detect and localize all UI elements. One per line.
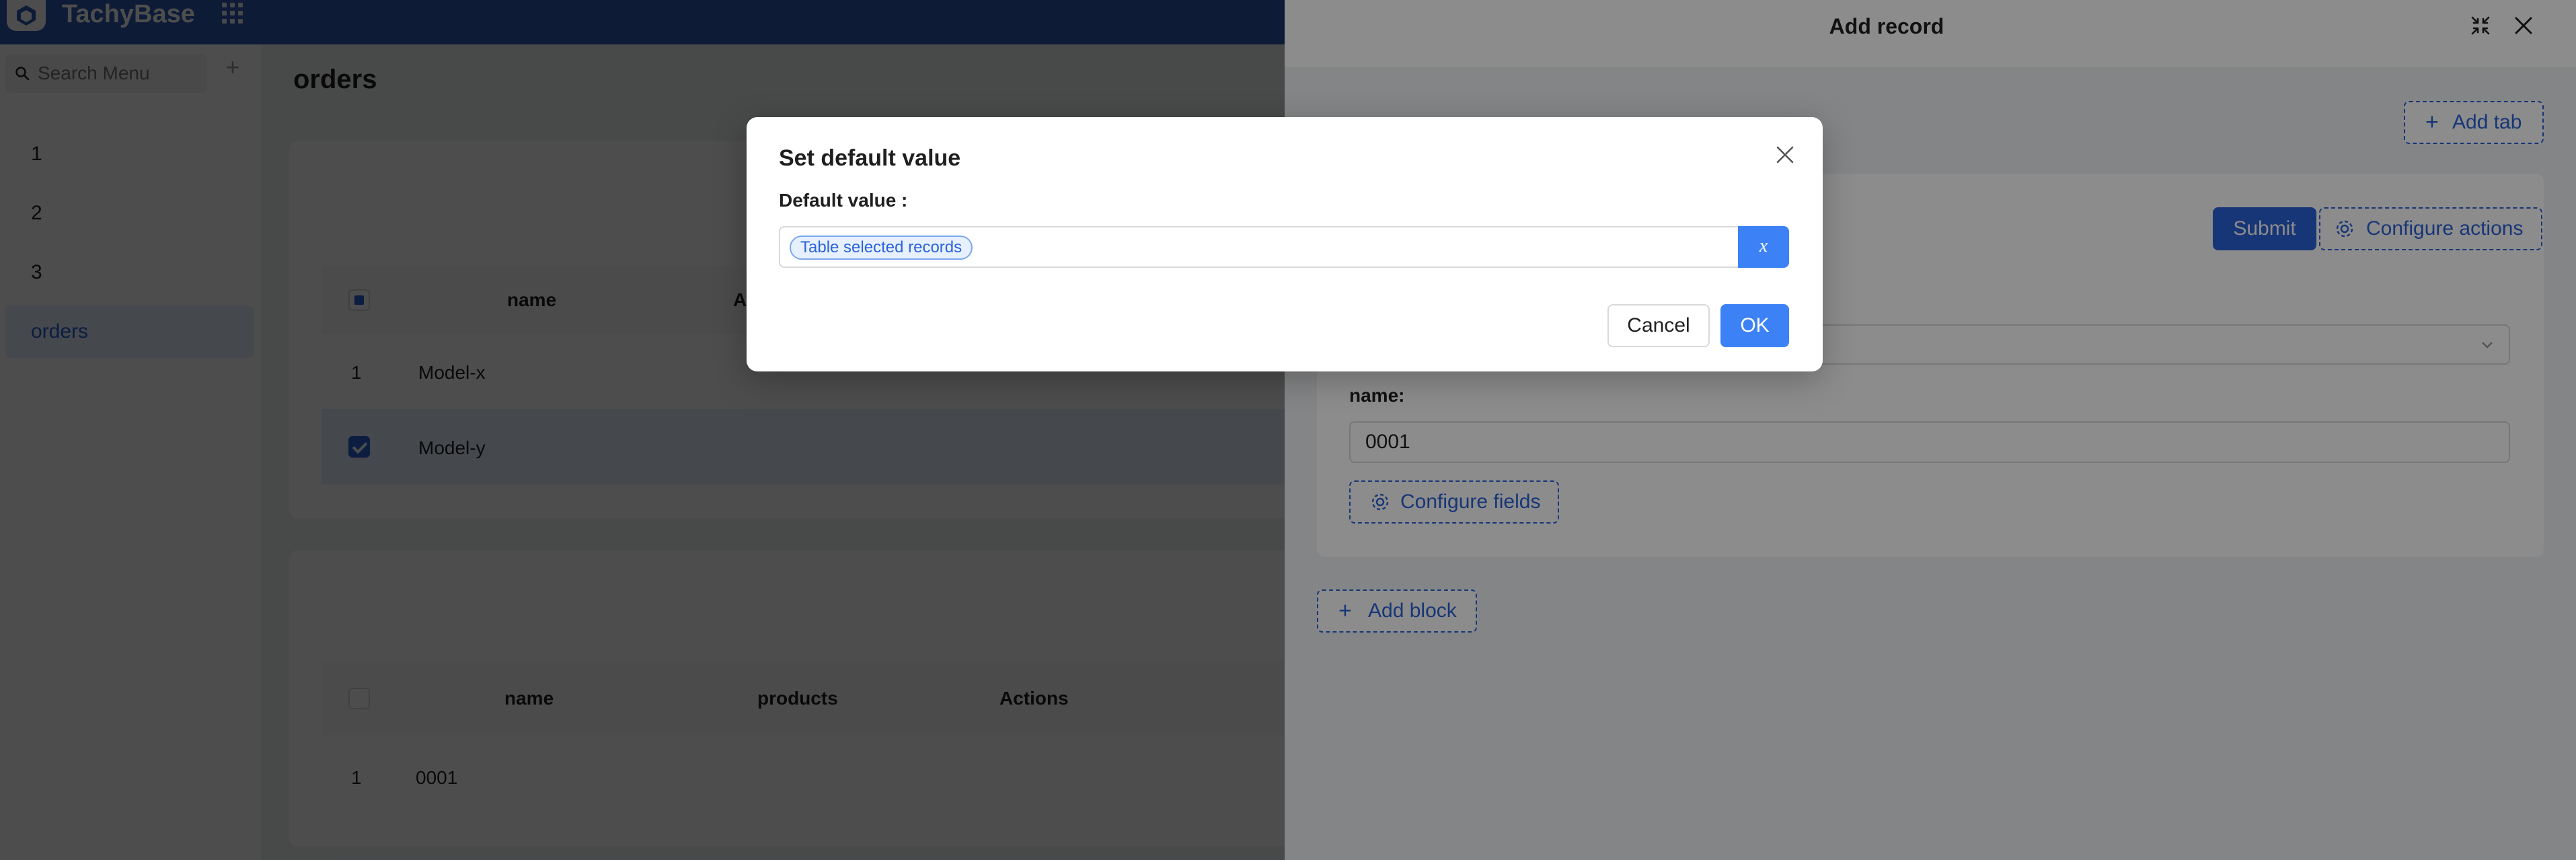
- default-value-label: Default value :: [779, 190, 908, 211]
- close-icon[interactable]: [1773, 143, 1797, 167]
- default-value-input[interactable]: Table selected records: [779, 226, 1738, 268]
- variable-picker-button[interactable]: x: [1738, 226, 1789, 268]
- ok-button[interactable]: OK: [1720, 304, 1789, 347]
- set-default-value-modal: Set default value Default value : Table …: [747, 117, 1823, 371]
- variable-tag[interactable]: Table selected records: [790, 236, 973, 260]
- cancel-button[interactable]: Cancel: [1607, 304, 1710, 347]
- modal-title: Set default value: [779, 145, 961, 171]
